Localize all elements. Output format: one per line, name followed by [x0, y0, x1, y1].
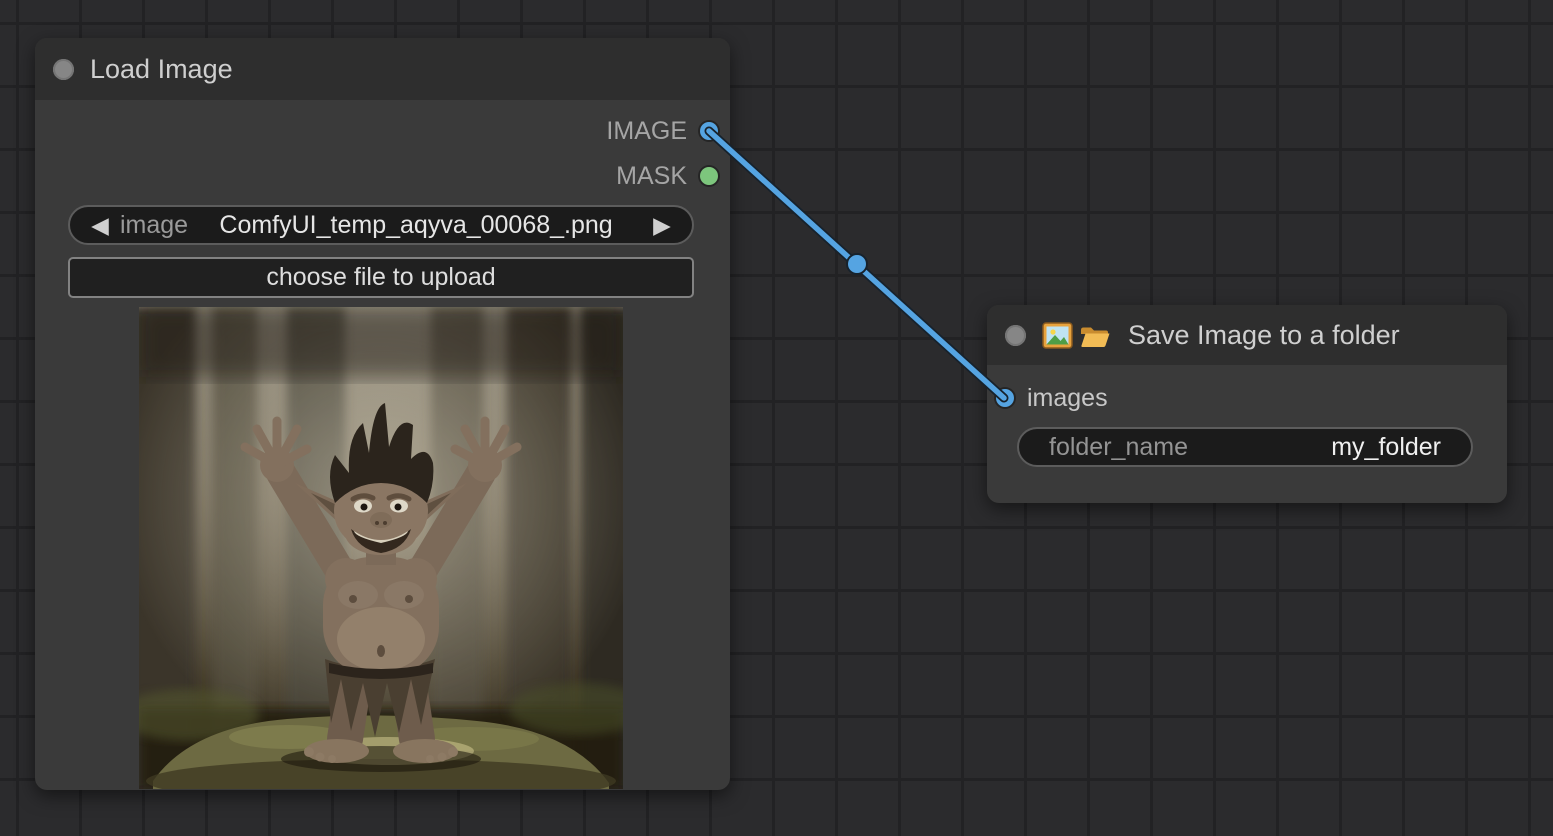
folder-icon — [1079, 320, 1110, 351]
node-load-image-header[interactable]: Load Image — [35, 38, 730, 100]
image-combo-widget[interactable]: ◀ image ComfyUI_temp_aqyva_00068_.png ▶ — [68, 205, 694, 245]
node-title: Save Image to a folder — [1128, 320, 1400, 351]
node-load-image[interactable]: Load Image IMAGE MASK ◀ image ComfyUI_te… — [35, 38, 730, 790]
input-slot-images: images — [996, 382, 1108, 414]
link-image-to-images-outline — [709, 131, 1004, 398]
output-slot-image-label: IMAGE — [606, 117, 687, 146]
node-canvas[interactable]: Load Image IMAGE MASK ◀ image ComfyUI_te… — [0, 0, 1553, 836]
folder-name-widget[interactable]: folder_name my_folder — [1017, 427, 1473, 467]
node-title-icons — [1042, 320, 1110, 351]
image-combo-value[interactable]: ComfyUI_temp_aqyva_00068_.png — [188, 211, 644, 240]
node-title: Load Image — [90, 54, 233, 85]
input-slot-images-label: images — [1027, 384, 1108, 413]
picture-icon — [1042, 320, 1073, 351]
node-save-image-to-folder[interactable]: Save Image to a folder images folder_nam… — [987, 305, 1507, 503]
link-image-to-images[interactable] — [709, 131, 1004, 398]
input-slot-images-dot[interactable] — [996, 389, 1014, 407]
folder-name-label: folder_name — [1049, 433, 1188, 462]
troll-preview-image — [139, 307, 623, 789]
next-arrow-icon[interactable]: ▶ — [644, 214, 680, 237]
folder-name-value[interactable]: my_folder — [1331, 433, 1441, 462]
prev-arrow-icon[interactable]: ◀ — [82, 214, 118, 237]
choose-file-button[interactable]: choose file to upload — [68, 257, 694, 298]
node-save-header[interactable]: Save Image to a folder — [987, 305, 1507, 365]
output-slot-mask-label: MASK — [616, 162, 687, 191]
image-preview — [139, 307, 623, 789]
collapse-dot-icon[interactable] — [53, 59, 74, 80]
output-slot-image-dot[interactable] — [700, 122, 718, 140]
collapse-dot-icon[interactable] — [1005, 325, 1026, 346]
output-slot-image: IMAGE — [606, 115, 718, 147]
link-midpoint-dot[interactable] — [847, 254, 867, 274]
image-combo-label: image — [120, 211, 188, 240]
output-slot-mask: MASK — [616, 160, 718, 192]
output-slot-mask-dot[interactable] — [700, 167, 718, 185]
